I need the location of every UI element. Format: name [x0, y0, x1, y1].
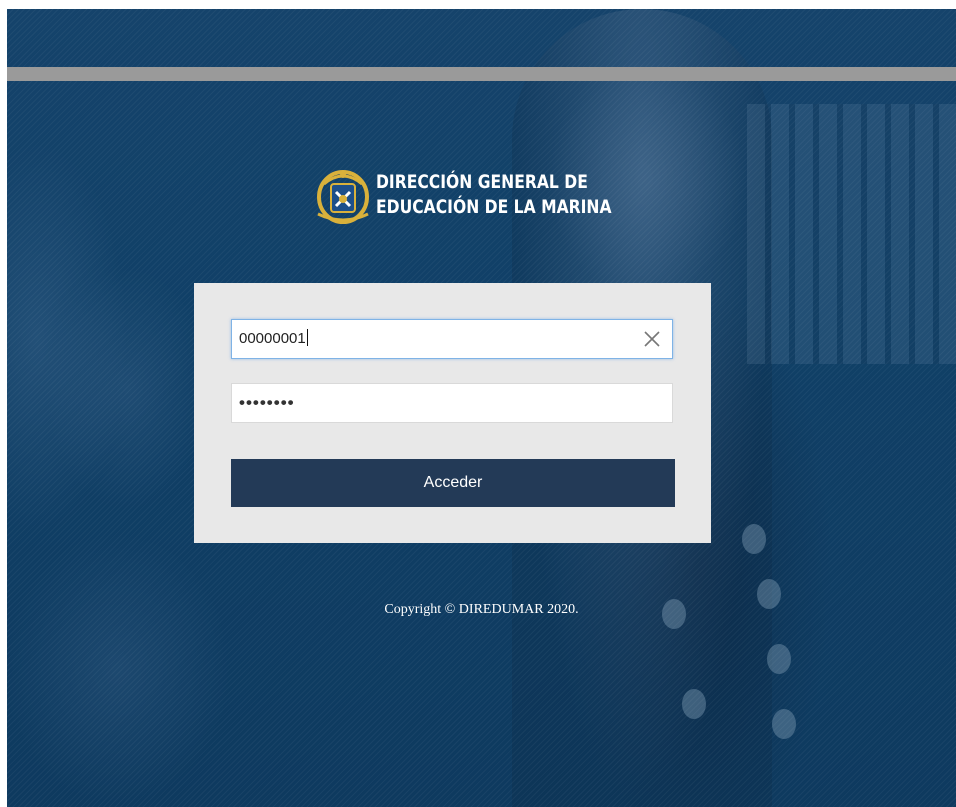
login-card: 00000001 •••••••• Acceder: [194, 283, 711, 543]
background-detail: [772, 709, 796, 739]
close-icon[interactable]: [642, 329, 662, 349]
login-button[interactable]: Acceder: [231, 459, 675, 507]
password-input[interactable]: ••••••••: [232, 384, 672, 422]
site-logo: DIRECCIÓN GENERAL DE EDUCACIÓN DE LA MAR…: [314, 164, 663, 226]
login-screen: DIRECCIÓN GENERAL DE EDUCACIÓN DE LA MAR…: [7, 9, 956, 807]
password-mask: ••••••••: [239, 393, 295, 412]
organization-name-line1: DIRECCIÓN GENERAL DE: [376, 171, 588, 193]
username-value: 00000001: [239, 330, 306, 347]
naval-crest-icon: [317, 170, 369, 224]
username-input[interactable]: 00000001: [232, 320, 672, 358]
background-detail: [767, 644, 791, 674]
copyright-text: Copyright © DIREDUMAR 2020.: [384, 602, 579, 617]
organization-name: DIRECCIÓN GENERAL DE EDUCACIÓN DE LA MAR…: [376, 170, 612, 220]
organization-name-line2: EDUCACIÓN DE LA MARINA: [376, 196, 612, 218]
password-field[interactable]: ••••••••: [231, 383, 673, 423]
background-detail: [742, 524, 766, 554]
header-divider: [7, 67, 956, 81]
username-field[interactable]: 00000001: [231, 319, 673, 359]
text-caret: [306, 329, 308, 346]
background-detail: [682, 689, 706, 719]
background-bookshelf: [747, 104, 956, 364]
